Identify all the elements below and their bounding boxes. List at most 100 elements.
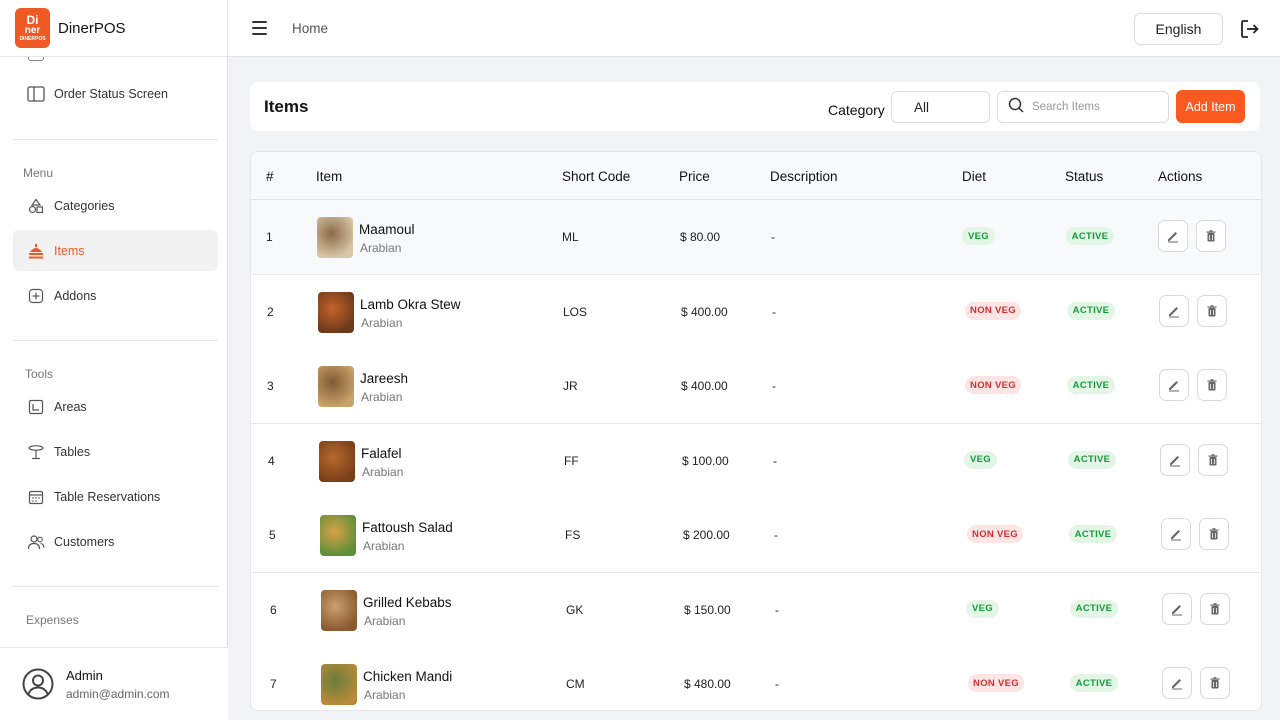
column-header-price: Price	[679, 169, 710, 184]
delete-button[interactable]	[1200, 592, 1230, 625]
area-icon	[26, 397, 46, 417]
sidebar-item-customers[interactable]: Customers	[13, 521, 218, 562]
item-category: Arabian	[362, 464, 404, 479]
item-short-code: FF	[564, 453, 579, 468]
table-row[interactable]: 1 Maamoul Arabian ML $ 80.00 - VEG ACTIVE	[251, 200, 1261, 275]
hamburger-menu-icon[interactable]	[252, 21, 267, 35]
table-row[interactable]: 6 Grilled Kebabs Arabian GK $ 150.00 - VEG ACTI…	[251, 572, 1261, 648]
item-thumbnail	[321, 664, 357, 705]
row-number: 7	[270, 677, 277, 691]
item-price: $ 100.00	[682, 453, 729, 468]
item-name: Maamoul	[359, 222, 415, 237]
trash-icon	[1207, 304, 1217, 316]
breadcrumb[interactable]: Home	[292, 21, 328, 36]
item-thumbnail	[321, 589, 357, 631]
delete-button[interactable]	[1198, 443, 1228, 476]
edit-button[interactable]	[1162, 667, 1192, 699]
trash-icon	[1206, 230, 1216, 242]
sidebar-item-order-status-screen[interactable]: Order Status Screen	[13, 73, 218, 114]
delete-button[interactable]	[1199, 518, 1229, 550]
item-name: Lamb Okra Stew	[360, 296, 461, 312]
calendar-icon	[26, 487, 46, 507]
shapes-icon	[26, 196, 46, 216]
trash-icon	[1209, 528, 1219, 540]
column-header-short-code: Short Code	[562, 169, 631, 184]
table-row[interactable]: 7 Chicken Mandi Arabian CM $ 480.00 - NON VEG A…	[251, 647, 1261, 710]
diet-badge: VEG	[964, 450, 997, 469]
item-category: Arabian	[364, 613, 406, 628]
row-number: 3	[267, 379, 274, 393]
delete-button[interactable]	[1197, 369, 1227, 401]
diet-badge: VEG	[966, 599, 999, 618]
column-header-actions: Actions	[1158, 169, 1203, 184]
add-item-button[interactable]: Add Item	[1176, 90, 1245, 123]
item-name: Falafel	[361, 445, 402, 461]
sidebar-item-categories[interactable]: Categories	[13, 185, 218, 226]
item-short-code: GK	[566, 602, 584, 617]
item-name: Grilled Kebabs	[363, 594, 452, 610]
category-select[interactable]: All	[891, 91, 990, 123]
trash-icon	[1210, 677, 1220, 689]
sidebar-item-areas[interactable]: Areas	[13, 386, 218, 427]
user-name: Admin	[66, 667, 103, 683]
item-price: $ 150.00	[684, 602, 731, 617]
brand[interactable]: Di ner DINERPOS DinerPOS	[0, 0, 227, 57]
edit-button[interactable]	[1159, 294, 1189, 327]
table-header: # Item Short Code Price Description Diet…	[251, 152, 1261, 200]
items-toolbar: Items Category All Add Item	[250, 82, 1260, 131]
delete-button[interactable]	[1197, 294, 1227, 327]
edit-button[interactable]	[1158, 220, 1188, 252]
sidebar-item-items[interactable]: Items	[13, 230, 218, 271]
sidebar-item-table-reservations[interactable]: Table Reservations	[13, 476, 218, 517]
status-badge: ACTIVE	[1068, 450, 1116, 469]
logout-icon[interactable]	[1240, 19, 1260, 39]
row-number: 5	[269, 528, 276, 542]
divider	[13, 340, 218, 341]
column-header-item: Item	[316, 169, 343, 184]
table-row[interactable]: 2 Lamb Okra Stew Arabian LOS $ 400.00 - NON VE…	[251, 274, 1261, 350]
sidebar-item-label: Areas	[54, 399, 87, 414]
status-badge: ACTIVE	[1069, 525, 1117, 543]
diet-badge: NON VEG	[968, 674, 1024, 692]
edit-button[interactable]	[1159, 369, 1189, 401]
users-icon	[26, 532, 46, 552]
item-description: -	[775, 677, 779, 691]
sidebar-item-addons[interactable]: Addons	[13, 275, 218, 316]
edit-button[interactable]	[1161, 518, 1191, 550]
edit-button[interactable]	[1160, 443, 1190, 476]
item-short-code: JR	[563, 379, 578, 393]
table-row[interactable]: 3 Jareesh Arabian JR $ 400.00 - NON VEG ACTIVE	[251, 349, 1261, 424]
item-thumbnail	[318, 291, 354, 333]
trash-icon	[1210, 602, 1220, 614]
status-badge: ACTIVE	[1070, 599, 1118, 618]
sidebar-item-tables[interactable]: Tables	[13, 431, 218, 472]
delete-button[interactable]	[1200, 667, 1230, 699]
user-avatar-icon	[22, 668, 54, 700]
item-description: -	[775, 602, 779, 617]
sidebar-item-label: Categories	[54, 198, 115, 213]
table-row[interactable]: 4 Falafel Arabian FF $ 100.00 - VEG ACTIVE	[251, 423, 1261, 499]
user-email: admin@admin.com	[66, 686, 170, 701]
user-profile[interactable]: Admin admin@admin.com	[0, 647, 228, 720]
delete-button[interactable]	[1196, 220, 1226, 252]
sidebar-item-label: Addons	[54, 288, 97, 303]
topbar: Home English	[228, 0, 1280, 57]
item-category: Arabian	[363, 539, 405, 553]
language-button[interactable]: English	[1134, 13, 1223, 45]
item-short-code: ML	[562, 230, 579, 244]
plus-square-icon	[26, 286, 46, 306]
app-logo: Di ner DINERPOS	[15, 8, 50, 48]
sidebar-nav[interactable]: Order Status Screen Menu Categories Item…	[0, 57, 227, 647]
column-header-status: Status	[1065, 169, 1104, 184]
search-input[interactable]	[1032, 101, 1152, 113]
edit-button[interactable]	[1162, 592, 1192, 625]
search-box[interactable]	[997, 91, 1169, 123]
table-row[interactable]: 5 Fattoush Salad Arabian FS $ 200.00 - NON VEG…	[251, 498, 1261, 573]
edit-icon	[1171, 530, 1181, 541]
status-badge: ACTIVE	[1066, 227, 1114, 245]
item-category: Arabian	[364, 688, 406, 702]
search-icon	[1008, 97, 1024, 118]
item-category: Arabian	[361, 315, 403, 330]
item-price: $ 480.00	[684, 677, 731, 691]
column-header-diet: Diet	[962, 169, 987, 184]
